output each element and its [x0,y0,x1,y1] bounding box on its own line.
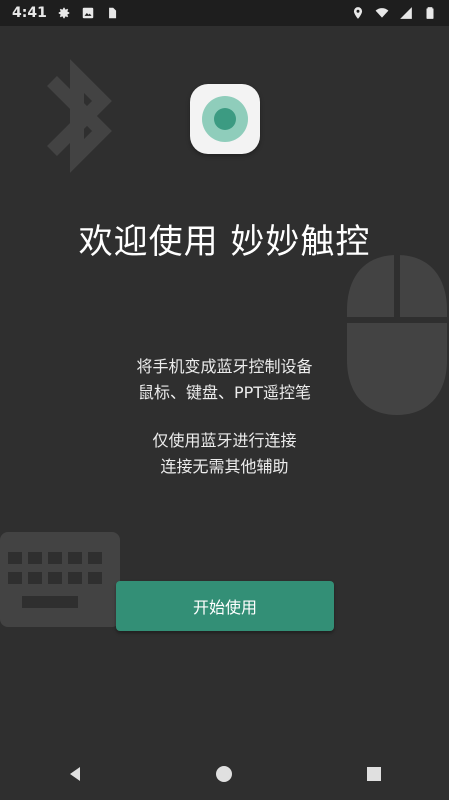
description-line: 鼠标、键盘、PPT遥控笔 [137,383,312,402]
status-left: 4:41 [12,5,119,21]
status-bar: 4:41 [0,0,449,26]
description-line: 连接无需其他辅助 [160,457,289,476]
recents-icon [367,767,382,781]
navigation-bar [0,748,449,800]
location-icon [351,6,365,20]
home-button[interactable] [204,754,244,794]
image-icon [81,6,95,20]
description-group-2: 仅使用蓝牙进行连接 连接无需其他辅助 [0,428,449,480]
sim-card-icon [105,6,119,20]
battery-icon [423,6,437,20]
app-logo-icon [190,84,260,154]
welcome-title: 欢迎使用 妙妙触控 [78,222,371,262]
start-button[interactable]: 开始使用 [116,581,334,631]
description-line: 仅使用蓝牙进行连接 [152,431,297,450]
description-line: 将手机变成蓝牙控制设备 [136,357,313,376]
gear-icon [57,6,71,20]
back-icon [69,767,80,781]
bluetooth-background-icon [47,59,112,173]
app-logo-ring [202,96,248,142]
description-group-1: 将手机变成蓝牙控制设备 鼠标、键盘、PPT遥控笔 [0,354,449,406]
back-button[interactable] [55,754,95,794]
app-logo-dot [214,108,236,130]
home-icon [216,766,233,782]
wifi-icon [375,6,389,20]
status-time: 4:41 [12,5,47,21]
keyboard-background-icon [0,532,120,627]
status-right [351,6,437,20]
recents-button[interactable] [354,754,394,794]
signal-icon [399,6,413,20]
